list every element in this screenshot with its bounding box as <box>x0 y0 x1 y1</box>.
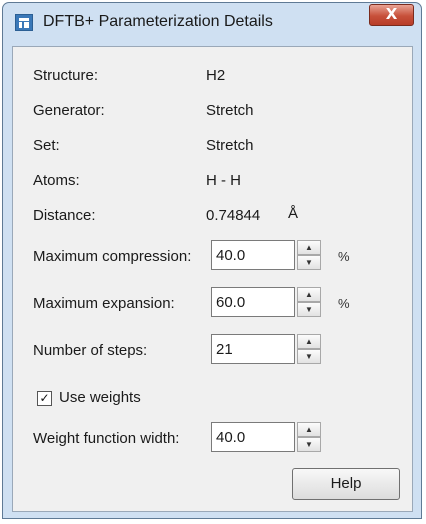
set-label: Set: <box>33 137 60 154</box>
max-expansion-spinner: ▲ ▼ <box>297 287 321 317</box>
weight-width-up-button[interactable]: ▲ <box>297 422 321 437</box>
distance-label: Distance: <box>33 207 96 224</box>
weight-width-label: Weight function width: <box>33 430 180 447</box>
num-steps-down-button[interactable]: ▼ <box>297 349 321 364</box>
num-steps-input[interactable]: 21 <box>211 334 295 364</box>
max-expansion-input[interactable]: 60.0 <box>211 287 295 317</box>
atoms-value: H - H <box>206 172 241 189</box>
max-compression-label: Maximum compression: <box>33 248 192 265</box>
help-button[interactable]: Help <box>292 468 400 500</box>
max-compression-down-button[interactable]: ▼ <box>297 255 321 270</box>
atoms-label: Atoms: <box>33 172 80 189</box>
max-compression-spinner: ▲ ▼ <box>297 240 321 270</box>
max-expansion-up-button[interactable]: ▲ <box>297 287 321 302</box>
generator-label: Generator: <box>33 102 105 119</box>
use-weights-label[interactable]: Use weights <box>59 389 141 406</box>
set-value: Stretch <box>206 137 254 154</box>
generator-value: Stretch <box>206 102 254 119</box>
title-bar[interactable]: DFTB+ Parameterization Details X <box>3 3 421 43</box>
max-expansion-label: Maximum expansion: <box>33 295 175 312</box>
structure-label: Structure: <box>33 67 99 84</box>
distance-unit: Å <box>288 205 299 222</box>
distance-value: 0.74844 <box>206 207 261 224</box>
num-steps-up-button[interactable]: ▲ <box>297 334 321 349</box>
app-icon <box>15 14 33 31</box>
max-expansion-unit: % <box>338 296 350 311</box>
num-steps-spinner: ▲ ▼ <box>297 334 321 364</box>
structure-value: H2 <box>206 67 226 84</box>
max-compression-input[interactable]: 40.0 <box>211 240 295 270</box>
use-weights-checkbox[interactable]: ✓ <box>37 391 52 406</box>
close-button[interactable]: X <box>369 4 414 26</box>
weight-width-spinner: ▲ ▼ <box>297 422 321 452</box>
weight-width-down-button[interactable]: ▼ <box>297 437 321 452</box>
max-compression-up-button[interactable]: ▲ <box>297 240 321 255</box>
weight-width-input[interactable]: 40.0 <box>211 422 295 452</box>
window-title: DFTB+ Parameterization Details <box>43 13 273 30</box>
dialog-window: DFTB+ Parameterization Details X Structu… <box>2 2 422 519</box>
num-steps-label: Number of steps: <box>33 342 148 359</box>
max-expansion-down-button[interactable]: ▼ <box>297 302 321 317</box>
dialog-body: Structure: H2 Generator: Stretch Set: St… <box>12 46 413 512</box>
max-compression-unit: % <box>338 249 350 264</box>
